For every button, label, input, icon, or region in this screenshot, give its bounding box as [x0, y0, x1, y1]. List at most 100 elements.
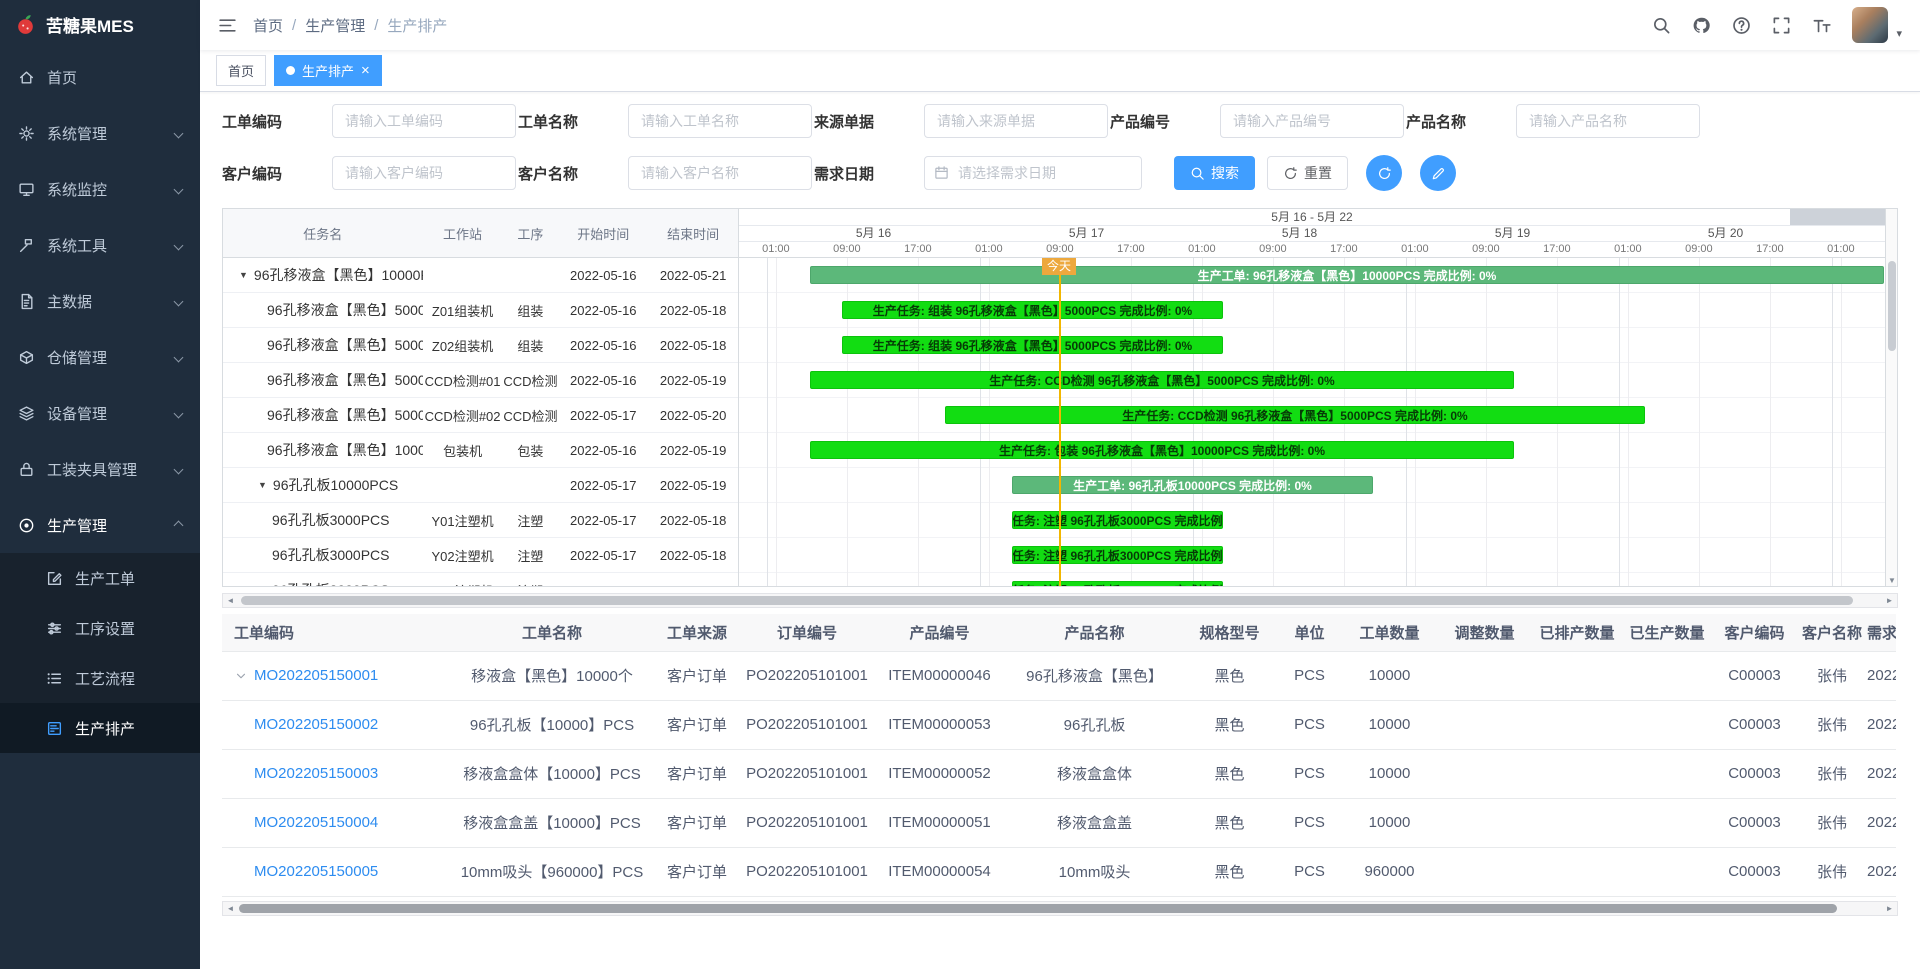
orders-cell-source: 客户订单 [652, 798, 742, 847]
gantt-task-row[interactable]: 96孔移液盒【黑色】5000PCSZ01组装机组装2022-05-162022-… [223, 293, 738, 328]
sidebar-item-2[interactable]: 系统管理 [0, 105, 200, 161]
gantt-task-row[interactable]: 96孔移液盒【黑色】5000PCSCCD检测#01CCD检测2022-05-16… [223, 363, 738, 398]
sidebar-item-8[interactable]: 工装夹具管理 [0, 441, 200, 497]
github-icon[interactable] [1692, 16, 1711, 35]
workorder-link[interactable]: MO202205150002 [254, 716, 378, 733]
task-process: 注塑 [503, 546, 559, 565]
workorder-link[interactable]: MO202205150003 [254, 765, 378, 782]
scroll-right-arrow-icon[interactable]: ► [1882, 596, 1897, 605]
chevron-down-icon [174, 240, 184, 250]
gantt-bar-order[interactable]: 生产工单: 96孔移液盒【黑色】10000PCS 完成比例: 0% [810, 266, 1884, 284]
timeline-hour-gridline [1699, 258, 1700, 586]
sidebar-item-3[interactable]: 系统监控 [0, 161, 200, 217]
product-code-input[interactable] [1220, 104, 1404, 138]
sidebar-item-7[interactable]: 设备管理 [0, 385, 200, 441]
hamburger-icon[interactable] [218, 17, 237, 34]
reset-button[interactable]: 重置 [1267, 156, 1348, 190]
fullscreen-icon[interactable] [1772, 16, 1791, 35]
customer-name-input[interactable] [628, 156, 812, 190]
caret-down-icon[interactable]: ▾ [1896, 27, 1902, 43]
gantt-task-row[interactable]: 96孔移液盒【黑色】5000PCSCCD检测#02CCD检测2022-05-17… [223, 398, 738, 433]
gantt-bar-task[interactable]: 生产任务: 组装 96孔移液盒【黑色】5000PCS 完成比例: 0% [842, 301, 1223, 319]
scrollbar-thumb[interactable] [1888, 261, 1896, 351]
scroll-down-arrow-icon[interactable]: ▼ [1886, 576, 1898, 585]
navbar-actions: ▾ [1652, 7, 1902, 43]
sidebar-subitem-3[interactable]: 工艺流程 [0, 653, 200, 703]
gantt-task-row[interactable]: 96孔移液盒【黑色】10000PCS包装机包装2022-05-162022-05… [223, 433, 738, 468]
breadcrumb-item[interactable]: 首页 [253, 15, 283, 36]
gantt-task-row[interactable]: 96孔孔板3000PCSY03注塑机注塑2022-05-172022-05-18 [223, 573, 738, 586]
table-row[interactable]: MO202205150004移液盒盒盖【10000】PCS客户订单PO20220… [222, 798, 1896, 847]
gantt-bar-task[interactable]: 生产任务: CCD检测 96孔移液盒【黑色】5000PCS 完成比例: 0% [945, 406, 1645, 424]
orders-cell-customer_name: 张伟 [1797, 700, 1867, 749]
tab-1[interactable]: 首页 [216, 55, 266, 86]
gantt-task-row[interactable]: ▼96孔移液盒【黑色】10000PCS2022-05-162022-05-21 [223, 258, 738, 293]
task-start-date: 2022-05-16 [558, 268, 648, 283]
gantt-bar-task[interactable]: 生产任务: CCD检测 96孔移液盒【黑色】5000PCS 完成比例: 0% [810, 371, 1514, 389]
workorder-code-input[interactable] [332, 104, 516, 138]
font-size-icon[interactable] [1812, 16, 1831, 35]
gantt-bar-task[interactable]: 生产任务: 注塑 96孔孔板3000PCS 完成比例: 0% [1012, 581, 1223, 586]
gantt-bar-task[interactable]: 生产任务: 组装 96孔移液盒【黑色】5000PCS 完成比例: 0% [842, 336, 1223, 354]
orders-cell-spec: 黑色 [1182, 651, 1277, 700]
sidebar-item-5[interactable]: 主数据 [0, 273, 200, 329]
product-name-input[interactable] [1516, 104, 1700, 138]
tab-active-dot [286, 66, 295, 75]
workorder-link[interactable]: MO202205150004 [254, 814, 378, 831]
tab-2[interactable]: 生产排产× [274, 55, 382, 86]
sidebar-item-6[interactable]: 仓储管理 [0, 329, 200, 385]
gantt-task-row[interactable]: ▼96孔孔板10000PCS2022-05-172022-05-19 [223, 468, 738, 503]
scrollbar-thumb[interactable] [239, 904, 1837, 913]
gantt-bar-task[interactable]: 生产任务: 注塑 96孔孔板3000PCS 完成比例: 0% [1012, 511, 1223, 529]
table-row[interactable]: MO202205150001移液盒【黑色】10000个客户订单PO2022051… [222, 651, 1896, 700]
gantt-vertical-scrollbar[interactable]: ▼ [1885, 209, 1897, 586]
edit-circle-button[interactable] [1420, 155, 1456, 191]
source-doc-input[interactable] [924, 104, 1108, 138]
demand-date-input[interactable] [924, 156, 1142, 190]
tab-close-icon[interactable]: × [361, 63, 370, 78]
search-button[interactable]: 搜索 [1174, 156, 1255, 190]
task-end-date: 2022-05-21 [648, 268, 738, 283]
task-station: CCD检测#02 [423, 406, 503, 425]
workorder-link[interactable]: MO202205150005 [254, 863, 378, 880]
sidebar-subitem-2[interactable]: 工序设置 [0, 603, 200, 653]
task-name: 96孔移液盒【黑色】5000PCS [267, 300, 423, 320]
sidebar-subitem-1[interactable]: 生产工单 [0, 553, 200, 603]
sidebar-item-4[interactable]: 系统工具 [0, 217, 200, 273]
layers-icon [18, 405, 36, 422]
task-process: CCD检测 [503, 406, 559, 425]
workorder-name-input[interactable] [628, 104, 812, 138]
gantt-task-row[interactable]: 96孔移液盒【黑色】5000PCSZ02组装机组装2022-05-162022-… [223, 328, 738, 363]
gantt-bar-task[interactable]: 生产任务: 包装 96孔移液盒【黑色】10000PCS 完成比例: 0% [810, 441, 1514, 459]
scroll-left-arrow-icon[interactable]: ◄ [223, 596, 238, 605]
workorder-link[interactable]: MO202205150001 [254, 667, 378, 684]
avatar[interactable] [1852, 7, 1888, 43]
gantt-horizontal-scrollbar[interactable]: ◄ ► [222, 593, 1898, 608]
scroll-right-arrow-icon[interactable]: ► [1882, 904, 1897, 913]
gantt-bar-task[interactable]: 生产任务: 注塑 96孔孔板3000PCS 完成比例: 0% [1012, 546, 1223, 564]
task-start-date: 2022-05-17 [558, 478, 648, 493]
scrollbar-thumb[interactable] [241, 596, 1853, 605]
table-row[interactable]: MO20220515000510mm吸头【960000】PCS客户订单PO202… [222, 847, 1896, 896]
row-expand-icon[interactable] [234, 669, 254, 683]
table-row[interactable]: MO20220515000296孔孔板【10000】PCS客户订单PO20220… [222, 700, 1896, 749]
customer-code-input[interactable] [332, 156, 516, 190]
refresh-circle-button[interactable] [1366, 155, 1402, 191]
tree-expand-icon[interactable]: ▼ [239, 270, 248, 280]
orders-cell-produced_qty [1622, 798, 1712, 847]
sidebar-item-9[interactable]: 生产管理 [0, 497, 200, 553]
scroll-left-arrow-icon[interactable]: ◄ [223, 904, 238, 913]
gantt-task-row[interactable]: 96孔孔板3000PCSY01注塑机注塑2022-05-172022-05-18 [223, 503, 738, 538]
gear-icon [18, 125, 36, 142]
tree-expand-icon[interactable]: ▼ [258, 480, 267, 490]
gantt-task-row[interactable]: 96孔孔板3000PCSY02注塑机注塑2022-05-172022-05-18 [223, 538, 738, 573]
sidebar-subitem-4[interactable]: 生产排产 [0, 703, 200, 753]
gantt-bar-order[interactable]: 生产工单: 96孔孔板10000PCS 完成比例: 0% [1012, 476, 1373, 494]
table-row[interactable]: MO202205150003移液盒盒体【10000】PCS客户订单PO20220… [222, 749, 1896, 798]
table-horizontal-scrollbar[interactable]: ◄ ► [222, 901, 1898, 916]
question-icon[interactable] [1732, 16, 1751, 35]
orders-cell-spec: 黑色 [1182, 749, 1277, 798]
search-icon[interactable] [1652, 16, 1671, 35]
breadcrumb-item[interactable]: 生产管理 [305, 15, 365, 36]
sidebar-item-1[interactable]: 首页 [0, 49, 200, 105]
